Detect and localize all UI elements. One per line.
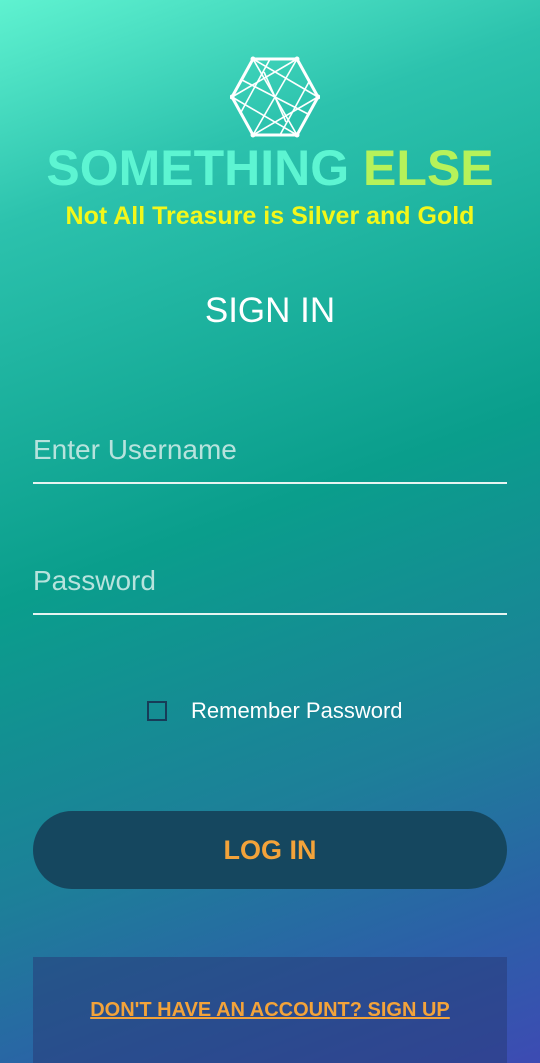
- password-input[interactable]: [33, 555, 507, 615]
- remember-password-label: Remember Password: [191, 698, 403, 723]
- page-title: SIGN IN: [204, 291, 336, 330]
- username-input[interactable]: [33, 424, 507, 484]
- app-title-word-2: ELSE: [363, 140, 494, 196]
- app-title-word-1: SOMETHING: [46, 140, 350, 196]
- signup-link[interactable]: DON'T HAVE AN ACCOUNT? SIGN UP: [90, 999, 450, 1022]
- login-button[interactable]: LOG IN: [33, 811, 507, 889]
- sign-in-screen: SOMETHING ELSE Not All Treasure is Silve…: [0, 0, 540, 1063]
- remember-password-row[interactable]: Remember Password: [147, 696, 403, 726]
- signup-panel: DON'T HAVE AN ACCOUNT? SIGN UP: [33, 957, 507, 1063]
- tagline: Not All Treasure is Silver and Gold: [65, 202, 475, 230]
- remember-password-checkbox[interactable]: [147, 701, 167, 721]
- app-title: SOMETHING ELSE: [0, 138, 540, 198]
- hexagon-network-icon: [230, 56, 320, 138]
